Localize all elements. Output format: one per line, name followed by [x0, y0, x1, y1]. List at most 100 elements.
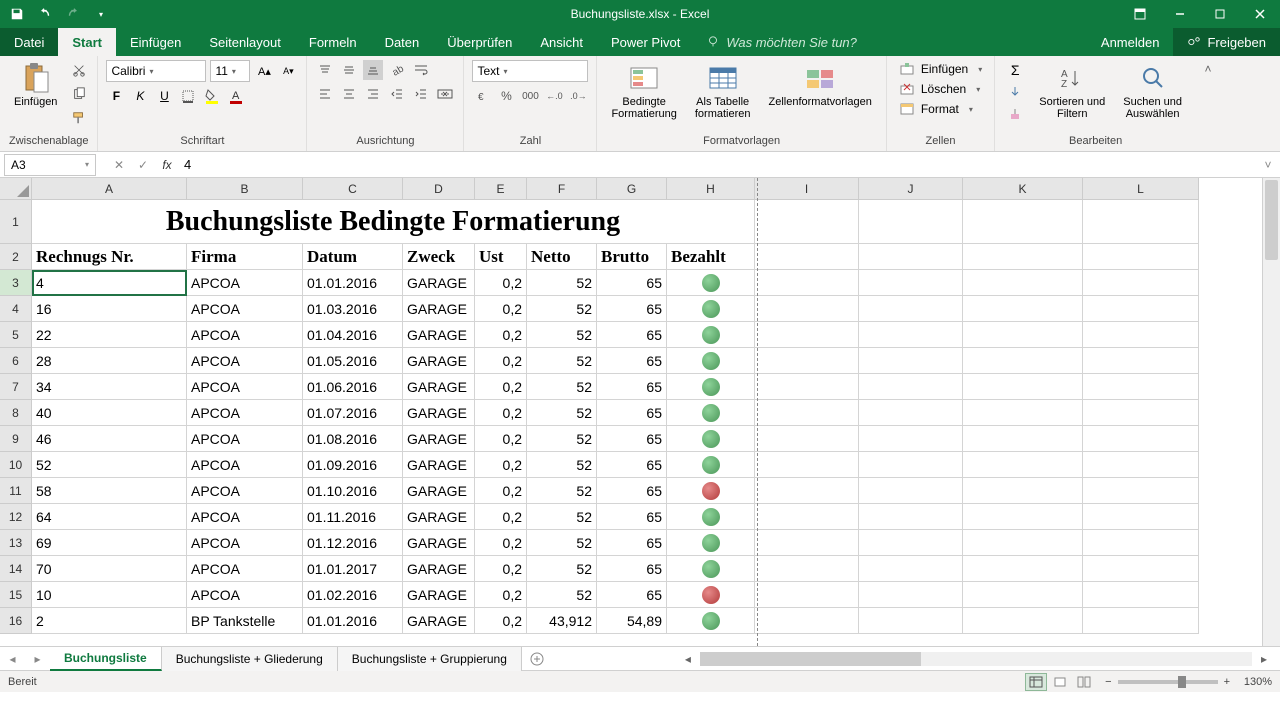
font-name-combo[interactable]: Calibri▾ — [106, 60, 206, 82]
cell[interactable] — [859, 348, 963, 374]
cell[interactable] — [755, 478, 859, 504]
cell[interactable]: 46 — [32, 426, 187, 452]
cell[interactable]: APCOA — [187, 322, 303, 348]
cell[interactable] — [667, 608, 755, 634]
horizontal-scrollbar[interactable] — [700, 652, 1252, 666]
name-box[interactable]: A3▾ — [4, 154, 96, 176]
cell[interactable]: 65 — [597, 374, 667, 400]
cell[interactable]: 52 — [527, 270, 597, 296]
row-header-11[interactable]: 11 — [0, 478, 32, 504]
cell[interactable]: 52 — [527, 348, 597, 374]
cell[interactable]: Ust — [475, 244, 527, 270]
sheet-tab[interactable]: Buchungsliste — [50, 647, 162, 671]
cell[interactable] — [963, 556, 1083, 582]
row-header-3[interactable]: 3 — [0, 270, 32, 296]
decrease-indent-icon[interactable] — [387, 84, 407, 104]
cell[interactable]: 65 — [597, 322, 667, 348]
cell[interactable] — [667, 504, 755, 530]
tab-überprüfen[interactable]: Überprüfen — [433, 28, 526, 56]
row-header-13[interactable]: 13 — [0, 530, 32, 556]
cell[interactable]: 01.03.2016 — [303, 296, 403, 322]
conditional-formatting-button[interactable]: Bedingte Formatierung — [605, 60, 682, 122]
col-header-G[interactable]: G — [597, 178, 667, 200]
tab-seitenlayout[interactable]: Seitenlayout — [195, 28, 295, 56]
cell[interactable] — [755, 556, 859, 582]
cell[interactable]: 43,912 — [527, 608, 597, 634]
italic-button[interactable]: K — [130, 86, 150, 106]
cell[interactable] — [755, 504, 859, 530]
font-color-icon[interactable]: A — [226, 86, 246, 106]
cut-icon[interactable] — [69, 60, 89, 80]
cell[interactable]: 40 — [32, 400, 187, 426]
cell[interactable]: 65 — [597, 400, 667, 426]
align-top-icon[interactable] — [315, 60, 335, 80]
cell[interactable]: Zweck — [403, 244, 475, 270]
cancel-formula-icon[interactable]: ✕ — [108, 154, 130, 176]
tab-formeln[interactable]: Formeln — [295, 28, 371, 56]
cell[interactable]: GARAGE — [403, 270, 475, 296]
select-all-corner[interactable] — [0, 178, 32, 200]
redo-icon[interactable] — [62, 3, 84, 25]
cell[interactable] — [1083, 478, 1199, 504]
cell[interactable] — [1083, 244, 1199, 270]
minimize-icon[interactable] — [1160, 0, 1200, 28]
cell[interactable] — [667, 582, 755, 608]
cell[interactable]: APCOA — [187, 452, 303, 478]
cell[interactable] — [1083, 582, 1199, 608]
cell[interactable]: 01.04.2016 — [303, 322, 403, 348]
sort-filter-button[interactable]: AZ Sortieren und Filtern — [1033, 60, 1111, 124]
cell[interactable]: APCOA — [187, 582, 303, 608]
cell[interactable] — [667, 426, 755, 452]
col-header-H[interactable]: H — [667, 178, 755, 200]
cell[interactable] — [755, 374, 859, 400]
tab-power pivot[interactable]: Power Pivot — [597, 28, 694, 56]
save-icon[interactable] — [6, 3, 28, 25]
cell[interactable]: 0,2 — [475, 452, 527, 478]
new-sheet-button[interactable] — [522, 651, 552, 667]
cell[interactable] — [1083, 426, 1199, 452]
cell[interactable] — [1083, 200, 1199, 244]
cell[interactable]: 34 — [32, 374, 187, 400]
align-center-icon[interactable] — [339, 84, 359, 104]
cell[interactable] — [963, 322, 1083, 348]
hscroll-right-icon[interactable]: ▸ — [1256, 651, 1272, 667]
decrease-decimal-icon[interactable]: .0→ — [568, 86, 588, 106]
autosum-icon[interactable]: Σ — [1003, 60, 1027, 80]
row-header-12[interactable]: 12 — [0, 504, 32, 530]
cell[interactable]: 52 — [527, 426, 597, 452]
underline-button[interactable]: U — [154, 86, 174, 106]
cell[interactable]: 64 — [32, 504, 187, 530]
cell[interactable] — [1083, 322, 1199, 348]
cell[interactable] — [963, 426, 1083, 452]
cell[interactable] — [963, 452, 1083, 478]
cell[interactable] — [755, 452, 859, 478]
cell[interactable] — [1083, 530, 1199, 556]
accounting-format-icon[interactable]: € — [472, 86, 492, 106]
row-header-2[interactable]: 2 — [0, 244, 32, 270]
cell[interactable]: 65 — [597, 504, 667, 530]
cell[interactable]: GARAGE — [403, 608, 475, 634]
cell[interactable]: 0,2 — [475, 530, 527, 556]
cell[interactable]: GARAGE — [403, 426, 475, 452]
cell[interactable] — [859, 608, 963, 634]
col-header-D[interactable]: D — [403, 178, 475, 200]
cell[interactable]: APCOA — [187, 270, 303, 296]
cell[interactable] — [859, 296, 963, 322]
cell[interactable]: Datum — [303, 244, 403, 270]
row-header-4[interactable]: 4 — [0, 296, 32, 322]
worksheet-grid[interactable]: ABCDEFGHIJKL 12345678910111213141516 Buc… — [0, 178, 1280, 646]
cell[interactable] — [963, 608, 1083, 634]
cell[interactable]: BP Tankstelle — [187, 608, 303, 634]
page-layout-view-icon[interactable] — [1049, 673, 1071, 691]
cell[interactable]: 0,2 — [475, 374, 527, 400]
cell[interactable] — [963, 270, 1083, 296]
cell[interactable]: 52 — [527, 504, 597, 530]
cell[interactable]: 65 — [597, 452, 667, 478]
cell[interactable]: 0,2 — [475, 296, 527, 322]
format-as-table-button[interactable]: Als Tabelle formatieren — [689, 60, 757, 122]
paste-button[interactable]: Einfügen — [8, 60, 63, 128]
cell[interactable]: 01.07.2016 — [303, 400, 403, 426]
cell[interactable] — [1083, 400, 1199, 426]
cell[interactable] — [859, 400, 963, 426]
cell[interactable]: 01.01.2016 — [303, 608, 403, 634]
